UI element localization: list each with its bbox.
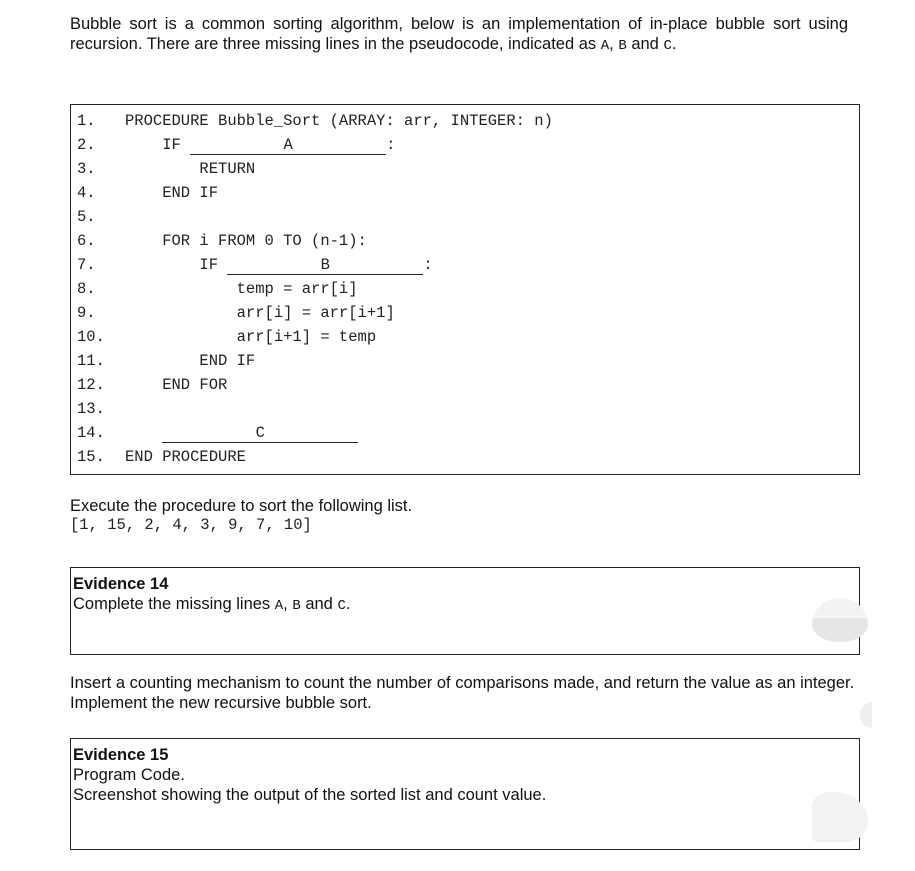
code-line: 14. C — [77, 421, 859, 445]
decorative-blob — [860, 702, 872, 728]
line-number: 8. — [77, 280, 96, 298]
line-number: 6. — [77, 232, 96, 250]
separator: , — [283, 595, 293, 613]
code-text: FOR i FROM 0 TO (n-1): — [125, 232, 367, 250]
code-prefix — [125, 424, 162, 442]
evidence-15-line-2: Screenshot showing the output of the sor… — [73, 786, 547, 804]
separator: and — [300, 595, 338, 613]
line-number: 10. — [77, 328, 105, 346]
code-line: 6. FOR i FROM 0 TO (n-1): — [77, 229, 859, 253]
line-number: 5. — [77, 208, 96, 226]
code-text: RETURN — [125, 160, 256, 178]
code-text: temp = arr[i] — [125, 280, 358, 298]
line-number: 11. — [77, 352, 105, 370]
period: . — [345, 595, 351, 613]
evidence-14-title: Evidence 14 — [73, 575, 169, 593]
label-c: C — [663, 38, 672, 54]
line-number: 9. — [77, 304, 96, 322]
counting-paragraph: Insert a counting mechanism to count the… — [70, 674, 855, 712]
label-b: B — [292, 598, 301, 614]
evidence-14-instruction: Complete the missing lines — [73, 595, 275, 613]
code-suffix: : — [386, 136, 396, 154]
line-number: 2. — [77, 136, 96, 154]
decorative-blob — [812, 598, 868, 642]
code-line: 2. IF A: — [77, 133, 859, 157]
label-b: B — [618, 38, 627, 54]
separator: , — [609, 35, 619, 53]
code-line: 12. END FOR — [77, 373, 859, 397]
separator: and — [626, 35, 664, 53]
code-text: END FOR — [125, 376, 228, 394]
line-number: 14. — [77, 424, 105, 442]
intro-text: Bubble sort is a common sorting algorith… — [70, 15, 848, 53]
line-number: 13. — [77, 400, 105, 418]
line-number: 4. — [77, 184, 96, 202]
code-line: 13. — [77, 397, 859, 421]
evidence-15-box: Evidence 15 Program Code. Screenshot sho… — [70, 738, 860, 850]
code-text: END PROCEDURE — [125, 448, 246, 466]
code-line: 5. — [77, 205, 859, 229]
missing-line-a: A — [190, 134, 387, 155]
evidence-15-title: Evidence 15 — [73, 746, 169, 764]
code-text: END IF — [125, 184, 219, 202]
label-a: A — [274, 598, 284, 614]
period: . — [671, 35, 677, 53]
label-a: A — [600, 38, 610, 54]
code-line: 15. END PROCEDURE — [77, 445, 859, 469]
code-text: PROCEDURE Bubble_Sort (ARRAY: arr, INTEG… — [125, 112, 553, 130]
input-list: [1, 15, 2, 4, 3, 9, 7, 10] — [70, 516, 312, 534]
code-line: 7. IF B: — [77, 253, 859, 277]
label-c: C — [337, 598, 346, 614]
code-text: arr[i] = arr[i+1] — [125, 304, 395, 322]
line-number: 1. — [77, 112, 96, 130]
code-suffix: : — [423, 256, 433, 274]
code-line: 9. arr[i] = arr[i+1] — [77, 301, 859, 325]
code-prefix: IF — [125, 256, 228, 274]
code-line: 3. RETURN — [77, 157, 859, 181]
code-text: arr[i+1] = temp — [125, 328, 377, 346]
line-number: 3. — [77, 160, 96, 178]
code-prefix: IF — [125, 136, 191, 154]
evidence-14-box: Evidence 14 Complete the missing lines A… — [70, 567, 860, 655]
line-number: 15. — [77, 448, 105, 466]
code-line: 4. END IF — [77, 181, 859, 205]
missing-line-c: C — [162, 422, 359, 443]
pseudocode-box: 1. PROCEDURE Bubble_Sort (ARRAY: arr, INT… — [70, 104, 860, 475]
missing-line-b: B — [227, 254, 424, 275]
line-number: 7. — [77, 256, 96, 274]
execute-instruction: Execute the procedure to sort the follow… — [70, 497, 413, 515]
code-line: 1. PROCEDURE Bubble_Sort (ARRAY: arr, INT… — [77, 109, 859, 133]
code-text: END IF — [125, 352, 256, 370]
code-line: 11. END IF — [77, 349, 859, 373]
code-line: 10. arr[i+1] = temp — [77, 325, 859, 349]
evidence-15-line-1: Program Code. — [73, 766, 185, 784]
intro-paragraph: Bubble sort is a common sorting algorith… — [70, 14, 848, 56]
code-line: 8. temp = arr[i] — [77, 277, 859, 301]
evidence-14-text: Complete the missing lines A, B and C. — [73, 594, 859, 616]
line-number: 12. — [77, 376, 105, 394]
